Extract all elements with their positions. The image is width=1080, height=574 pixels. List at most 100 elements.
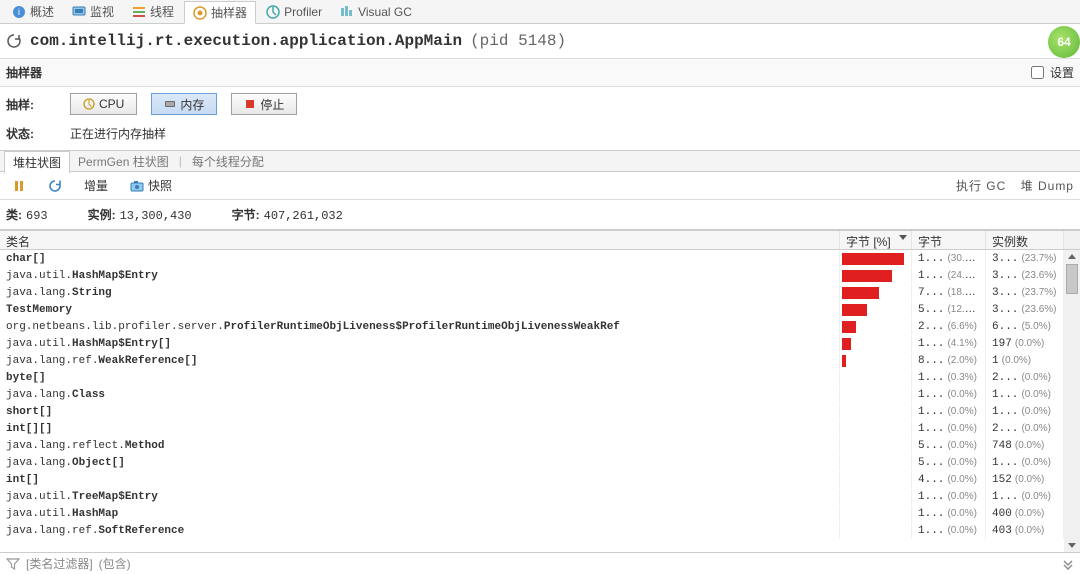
threads-icon [132, 5, 146, 19]
tab-label: Visual GC [358, 5, 412, 19]
svg-text:i: i [18, 7, 20, 17]
tab-profiler[interactable]: Profiler [258, 3, 330, 21]
cell-bytes: 1... (0.0%) [912, 420, 986, 437]
scroll-up-icon[interactable] [1064, 250, 1080, 264]
tab-monitor[interactable]: 监视 [64, 1, 122, 22]
cell-bytes: 1... (4.1%) [912, 335, 986, 352]
cell-bytes-pct-bar [840, 285, 912, 301]
table-row[interactable]: java.util.HashMap1... (0.0%)400 (0.0%) [0, 505, 1080, 522]
footer: [类名过滤器] (包含) [0, 552, 1080, 574]
tab-sampler[interactable]: 抽样器 [184, 1, 256, 24]
cell-bytes-pct-bar [840, 489, 912, 505]
cell-bytes-pct-bar [840, 268, 912, 284]
table-row[interactable]: byte[]1... (0.3%)2... (0.0%) [0, 369, 1080, 386]
cell-class-name: java.util.HashMap$Entry [0, 268, 840, 284]
cell-class-name: int[][] [0, 421, 840, 437]
col-bytes-pct[interactable]: 字节 [%] [840, 231, 912, 249]
cell-bytes: 1... (0.0%) [912, 386, 986, 403]
top-tab-strip: i 概述 监视 线程 抽样器 Profiler Visual GC [0, 0, 1080, 24]
tab-label: 监视 [90, 3, 114, 20]
table-row[interactable]: java.lang.Object[]5... (0.0%)1... (0.0%) [0, 454, 1080, 471]
settings-toggle[interactable]: 设置 [1027, 63, 1074, 82]
cell-bytes: 8... (2.0%) [912, 352, 986, 369]
stop-button[interactable]: 停止 [231, 93, 297, 115]
delta-button[interactable]: 增量 [78, 176, 114, 195]
bytes-value: 407,261,032 [264, 209, 343, 223]
cell-bytes: 1... (30.8%) [912, 250, 986, 267]
col-scroll-spacer [1064, 231, 1080, 249]
table-row[interactable]: TestMemory5... (12.3%)3... (23.6%) [0, 301, 1080, 318]
monitor-icon [72, 5, 86, 19]
cell-bytes-pct-bar [840, 523, 912, 539]
refresh-button[interactable] [42, 178, 68, 194]
cell-instances: 2... (0.0%) [986, 369, 1064, 386]
header: com.intellij.rt.execution.application.Ap… [0, 24, 1080, 58]
table-row[interactable]: java.lang.ref.WeakReference[]8... (2.0%)… [0, 352, 1080, 369]
view-tab-permgen-histogram[interactable]: PermGen 柱状图 [70, 151, 177, 172]
classes-value: 693 [26, 209, 48, 223]
table-row[interactable]: int[][]1... (0.0%)2... (0.0%) [0, 420, 1080, 437]
visualgc-icon [340, 5, 354, 19]
cell-bytes: 5... (0.0%) [912, 454, 986, 471]
sort-desc-icon [899, 235, 907, 240]
filter-icon[interactable] [6, 557, 20, 571]
header-title: com.intellij.rt.execution.application.Ap… [30, 32, 462, 50]
cell-instances: 3... (23.7%) [986, 250, 1064, 267]
tab-overview[interactable]: i 概述 [4, 1, 62, 22]
cell-instances: 152 (0.0%) [986, 471, 1064, 488]
snapshot-button[interactable]: 快照 [124, 176, 178, 195]
cell-class-name: int[] [0, 472, 840, 488]
cell-instances: 3... (23.6%) [986, 301, 1064, 318]
view-tab-per-thread-alloc[interactable]: 每个线程分配 [184, 151, 272, 172]
col-instances[interactable]: 实例数 [986, 231, 1064, 249]
filter-placeholder[interactable]: [类名过滤器] [26, 555, 93, 572]
col-bytes[interactable]: 字节 [912, 231, 986, 249]
heap-dump-link[interactable]: 堆 Dump [1021, 179, 1074, 193]
instances-value: 13,300,430 [120, 209, 192, 223]
table-row[interactable]: short[]1... (0.0%)1... (0.0%) [0, 403, 1080, 420]
cell-class-name: java.util.HashMap [0, 506, 840, 522]
table-row[interactable]: java.util.HashMap$Entry[]1... (4.1%)197 … [0, 335, 1080, 352]
tab-threads[interactable]: 线程 [124, 1, 182, 22]
controls-row: 抽样: CPU 内存 停止 [0, 87, 1080, 121]
instances-label: 实例: [88, 208, 116, 222]
scroll-down-icon[interactable] [1064, 538, 1080, 552]
refresh-icon[interactable] [6, 33, 22, 49]
table-row[interactable]: char[] 1... (30.8%)3... (23.7%) [0, 250, 1080, 267]
view-tabs: 堆柱状图 PermGen 柱状图 | 每个线程分配 [0, 150, 1080, 172]
table-row[interactable]: java.lang.Class 1... (0.0%)1... (0.0%) [0, 386, 1080, 403]
scroll-track[interactable] [1064, 264, 1080, 538]
cell-instances: 748 (0.0%) [986, 437, 1064, 454]
table-row[interactable]: java.lang.String7... (18.5%)3... (23.7%) [0, 284, 1080, 301]
table-row[interactable]: java.lang.ref.SoftReference1... (0.0%)40… [0, 522, 1080, 539]
table-row[interactable]: java.lang.reflect.Method5... (0.0%)748 (… [0, 437, 1080, 454]
settings-checkbox[interactable] [1031, 66, 1044, 79]
table-row[interactable]: org.netbeans.lib.profiler.server.Profile… [0, 318, 1080, 335]
cell-class-name: java.util.TreeMap$Entry [0, 489, 840, 505]
scroll-thumb[interactable] [1066, 264, 1078, 294]
table-row[interactable]: java.util.HashMap$Entry1... (24.7%)3... … [0, 267, 1080, 284]
cpu-button[interactable]: CPU [70, 93, 137, 115]
panel-header: 抽样器 设置 [0, 58, 1080, 87]
cell-instances: 1... (0.0%) [986, 386, 1064, 403]
cell-bytes-pct-bar [840, 506, 912, 522]
summary-row: 类:693 实例:13,300,430 字节:407,261,032 [0, 200, 1080, 230]
pause-button[interactable] [6, 178, 32, 194]
col-class-name[interactable]: 类名 [0, 231, 840, 249]
cell-class-name: char[] [0, 251, 840, 267]
memory-button[interactable]: 内存 [151, 93, 217, 115]
cell-bytes: 1... (0.3%) [912, 369, 986, 386]
cell-bytes: 1... (0.0%) [912, 505, 986, 522]
cell-class-name: java.lang.Class [0, 387, 840, 403]
cell-class-name: TestMemory [0, 302, 840, 318]
view-tab-heap-histogram[interactable]: 堆柱状图 [4, 151, 70, 174]
perform-gc-link[interactable]: 执行 GC [956, 179, 1006, 193]
expand-down-icon[interactable] [1062, 558, 1074, 570]
table-row[interactable]: java.util.TreeMap$Entry1... (0.0%)1... (… [0, 488, 1080, 505]
tab-visualgc[interactable]: Visual GC [332, 3, 420, 21]
tab-label: Profiler [284, 5, 322, 19]
table-row[interactable]: int[]4... (0.0%)152 (0.0%) [0, 471, 1080, 488]
stop-icon [244, 98, 256, 110]
vertical-scrollbar[interactable] [1064, 250, 1080, 552]
tab-label: 抽样器 [211, 4, 247, 21]
